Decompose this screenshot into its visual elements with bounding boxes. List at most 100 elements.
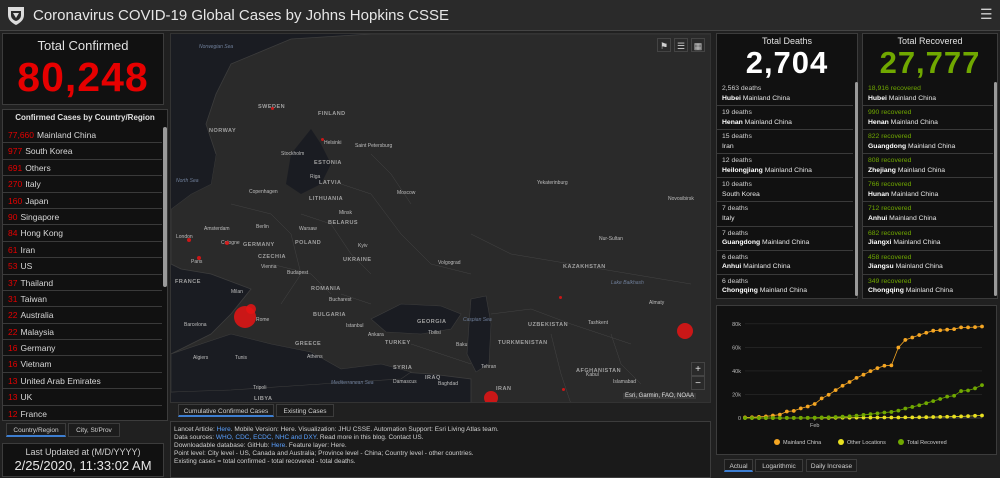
country-row[interactable]: 13 UK (3, 389, 162, 406)
deaths-row[interactable]: 19 deaths Henan Mainland China (717, 106, 853, 131)
bookmark-icon[interactable]: ⚑ (657, 38, 671, 52)
recovered-row[interactable]: 458 recovered Jiangsu Mainland China (863, 251, 993, 275)
hamburger-menu-icon[interactable]: ☰ (980, 6, 993, 23)
map-label-moscow: Moscow (397, 190, 416, 196)
country-row[interactable]: 90 Singapore (3, 209, 162, 226)
country-row[interactable]: 270 Italy (3, 176, 162, 193)
recovered-row[interactable]: 712 recovered Anhui Mainland China (863, 202, 993, 227)
country-row[interactable]: 77,660 Mainland China (3, 127, 162, 144)
deaths-row[interactable]: 12 deaths Heilongjiang Mainland China (717, 154, 853, 179)
country-name: Mainland China (37, 130, 97, 140)
total-deaths-value: 2,704 (745, 45, 829, 80)
deaths-location: Iran (722, 142, 853, 152)
deaths-list-scrollbar[interactable] (855, 82, 858, 296)
tab-cumulative-confirmed-cases[interactable]: Cumulative Confirmed Cases (178, 404, 274, 417)
country-row[interactable]: 977 South Korea (3, 143, 162, 160)
deaths-row[interactable]: 6 deaths Anhui Mainland China (717, 251, 853, 275)
country-count: 13 (8, 392, 18, 403)
country-list-scrollbar[interactable] (163, 127, 167, 287)
recovered-row[interactable]: 766 recovered Hunan Mainland China (863, 178, 993, 203)
zoom-out-button[interactable]: − (691, 376, 705, 390)
map-label-greece: GREECE (295, 341, 322, 347)
recovered-row[interactable]: 822 recovered Guangdong Mainland China (863, 130, 993, 155)
data-sources-link[interactable]: WHO, CDC, ECDC, NHC and DXY (216, 434, 316, 441)
recovered-region: Mainland China (893, 239, 941, 247)
tab-chart-actual[interactable]: Actual (724, 459, 753, 472)
list-icon[interactable]: ☰ (674, 38, 688, 52)
country-row[interactable]: 22 Australia (3, 307, 162, 324)
total-confirmed-label: Total Confirmed (37, 38, 129, 53)
country-row[interactable]: 691 Others (3, 160, 162, 177)
recovered-province: Zhejiang (868, 166, 896, 174)
chart-point (798, 415, 803, 420)
map-view[interactable]: Norwegian Sea North Sea Mediterranean Se… (170, 33, 711, 403)
tab-existing-cases[interactable]: Existing Cases (276, 404, 334, 417)
deaths-location: Hubei Mainland China (722, 94, 853, 104)
country-row[interactable]: 160 Japan (3, 193, 162, 209)
country-row[interactable]: 84 Hong Kong (3, 225, 162, 242)
country-row[interactable]: 53 US (3, 258, 162, 275)
chart-x-tick-label: Feb (810, 423, 819, 429)
chart-point (924, 401, 929, 406)
chart-point (931, 415, 936, 419)
country-row[interactable]: 22 Malaysia (3, 324, 162, 341)
info-line-database: Downloadable database: GitHub: Here. Fea… (174, 442, 707, 450)
deaths-row[interactable]: 10 deaths South Korea (717, 178, 853, 203)
tab-chart-daily-increase[interactable]: Daily Increase (806, 459, 857, 472)
chart-point (910, 405, 915, 409)
country-name: South Korea (25, 146, 73, 157)
case-bubble-uae[interactable] (562, 388, 565, 391)
tab-country-region[interactable]: Country/Region (6, 423, 66, 437)
case-bubble-russia[interactable] (559, 296, 562, 299)
country-row[interactable]: 16 Germany (3, 340, 162, 357)
lancet-link[interactable]: Here (217, 426, 231, 433)
deaths-row[interactable]: 2,563 deaths Hubei Mainland China (717, 82, 853, 107)
deaths-province: Chongqing (722, 287, 758, 295)
country-row[interactable]: 16 Vietnam (3, 356, 162, 373)
deaths-row[interactable]: 7 deaths Italy (717, 202, 853, 227)
recovered-province: Anhui (868, 214, 888, 222)
recovered-row[interactable]: 990 recovered Henan Mainland China (863, 106, 993, 131)
chart-point (973, 325, 977, 330)
tab-city-state-province[interactable]: City, St/Prov (68, 423, 120, 437)
case-bubble-milan[interactable] (246, 304, 256, 314)
tab-chart-logarithmic[interactable]: Logarithmic (755, 459, 803, 472)
country-name: France (20, 408, 47, 419)
country-row[interactable]: 37 Thailand (3, 275, 162, 291)
zoom-in-button[interactable]: + (691, 362, 705, 376)
recovered-row[interactable]: 18,916 recovered Hubei Mainland China (863, 82, 993, 107)
chart-point (952, 327, 957, 332)
case-bubble-iran-north[interactable] (677, 323, 693, 339)
chart-point (805, 415, 810, 420)
deaths-row[interactable]: 15 deaths Iran (717, 130, 853, 155)
country-row[interactable]: 13 United Arab Emirates (3, 373, 162, 390)
case-bubble-germany[interactable] (225, 241, 229, 245)
country-row[interactable]: 12 France (3, 406, 162, 420)
country-row[interactable]: 61 Iran (3, 242, 162, 259)
info-line-data-sources: Data sources: WHO, CDC, ECDC, NHC and DX… (174, 434, 707, 442)
deaths-row[interactable]: 6 deaths Chongqing Mainland China (717, 275, 853, 299)
recovered-location: Chongqing Mainland China (868, 286, 993, 296)
recovered-row[interactable]: 349 recovered Chongqing Mainland China (863, 275, 993, 299)
github-link[interactable]: Here (271, 442, 285, 449)
map-label-tunis: Tunis (235, 355, 248, 361)
case-bubble-finland[interactable] (321, 138, 324, 141)
country-row[interactable]: 31 Taiwan (3, 291, 162, 308)
recovered-row[interactable]: 682 recovered Jiangxi Mainland China (863, 227, 993, 251)
recovered-list-scrollbar[interactable] (994, 82, 997, 296)
recovered-province: Hubei (868, 94, 887, 102)
case-bubble-iran[interactable] (484, 391, 498, 402)
grid-icon[interactable]: ▦ (691, 38, 705, 52)
deaths-region: Mainland China (742, 94, 791, 102)
case-bubble-sweden[interactable] (271, 107, 274, 110)
deaths-count: 7 deaths (722, 229, 749, 237)
chart-point (882, 410, 887, 415)
case-bubble-paris[interactable] (197, 256, 201, 260)
chart-point (882, 415, 887, 420)
case-bubble-uk[interactable] (187, 238, 191, 242)
recovered-row[interactable]: 808 recovered Zhejiang Mainland China (863, 154, 993, 179)
chart-point (805, 404, 810, 409)
country-count: 16 (8, 359, 18, 370)
chart-point (854, 413, 859, 418)
deaths-row[interactable]: 7 deaths Guangdong Mainland China (717, 227, 853, 251)
